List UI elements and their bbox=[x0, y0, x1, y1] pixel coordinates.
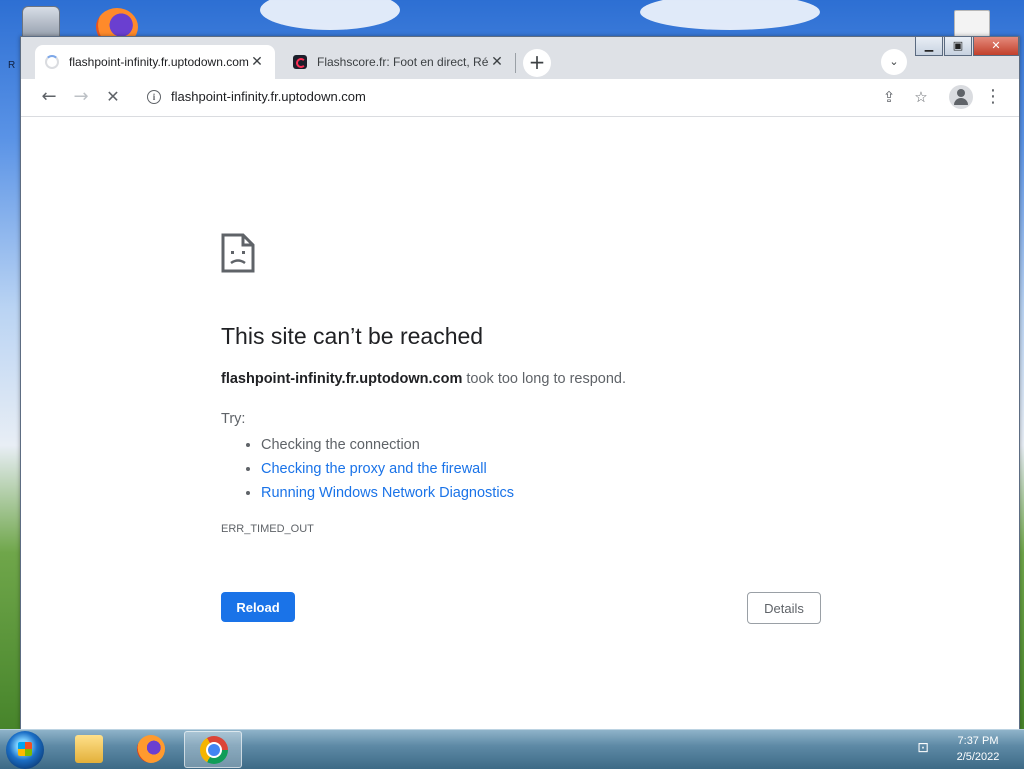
error-message: took too long to respond. bbox=[462, 371, 627, 387]
error-page: This site can’t be reached flashpoint-in… bbox=[21, 117, 1019, 729]
tab-flashscore[interactable]: Flashscore.fr: Foot en direct, Résultats… bbox=[283, 45, 515, 79]
window-controls: ▁ ▣ ✕ bbox=[914, 37, 1019, 56]
tab-separator bbox=[515, 53, 516, 73]
firefox-icon bbox=[137, 735, 165, 763]
suggestion-network-diagnostics-link[interactable]: Running Windows Network Diagnostics bbox=[261, 485, 514, 501]
try-label: Try: bbox=[221, 411, 246, 427]
bookmark-star-icon[interactable]: ☆ bbox=[909, 85, 933, 109]
clock-time: 7:37 PM bbox=[957, 735, 999, 747]
suggestion-item: Running Windows Network Diagnostics bbox=[261, 481, 514, 505]
profile-avatar-icon[interactable] bbox=[949, 85, 973, 109]
taskbar-file-explorer[interactable] bbox=[60, 731, 118, 768]
site-info-icon[interactable]: i bbox=[147, 90, 161, 104]
forward-button[interactable]: → bbox=[67, 83, 95, 111]
address-bar[interactable]: i flashpoint-infinity.fr.uptodown.com ⇪ … bbox=[137, 83, 997, 111]
browser-window: flashpoint-infinity.fr.uptodown.com ✕ Fl… bbox=[20, 36, 1020, 730]
sad-page-icon bbox=[221, 233, 255, 273]
maximize-button[interactable]: ▣ bbox=[944, 37, 972, 56]
tab-strip: flashpoint-infinity.fr.uptodown.com ✕ Fl… bbox=[21, 37, 1019, 79]
chrome-icon bbox=[200, 736, 228, 764]
folder-icon bbox=[75, 735, 103, 763]
error-code: ERR_TIMED_OUT bbox=[221, 523, 314, 535]
start-button[interactable] bbox=[6, 731, 44, 769]
taskbar-chrome[interactable] bbox=[184, 731, 242, 768]
desktop-icon-label: R bbox=[8, 60, 16, 71]
network-tray-icon[interactable]: ⊡ bbox=[914, 739, 932, 757]
stop-loading-button[interactable]: ✕ bbox=[99, 83, 127, 111]
tab-close-icon[interactable]: ✕ bbox=[249, 54, 265, 70]
menu-icon[interactable]: ⋮ bbox=[979, 83, 1007, 111]
loading-spinner-icon bbox=[45, 55, 59, 69]
details-button[interactable]: Details bbox=[747, 592, 821, 624]
taskbar-firefox[interactable] bbox=[122, 731, 180, 768]
error-description: flashpoint-infinity.fr.uptodown.com took… bbox=[221, 371, 626, 387]
reload-button[interactable]: Reload bbox=[221, 592, 295, 622]
suggestion-list: Checking the connection Checking the pro… bbox=[221, 433, 514, 505]
error-heading: This site can’t be reached bbox=[221, 323, 484, 349]
suggestion-item: Checking the proxy and the firewall bbox=[261, 457, 514, 481]
tab-title: flashpoint-infinity.fr.uptodown.com bbox=[69, 55, 249, 69]
flashscore-favicon-icon bbox=[293, 55, 307, 69]
clock-date: 2/5/2022 bbox=[956, 751, 1000, 763]
suggestion-proxy-firewall-link[interactable]: Checking the proxy and the firewall bbox=[261, 461, 487, 477]
error-host: flashpoint-infinity.fr.uptodown.com bbox=[221, 371, 463, 387]
suggestion-item: Checking the connection bbox=[261, 433, 514, 457]
tab-title: Flashscore.fr: Foot en direct, Résultats bbox=[317, 55, 489, 69]
taskbar: ⊡ 7:37 PM 2/5/2022 bbox=[0, 729, 1024, 769]
system-clock[interactable]: 7:37 PM 2/5/2022 bbox=[938, 733, 1018, 765]
tab-search-button[interactable]: ⌄ bbox=[881, 49, 907, 75]
suggestion-check-connection: Checking the connection bbox=[261, 437, 420, 453]
back-button[interactable]: ← bbox=[35, 83, 63, 111]
window-close-button[interactable]: ✕ bbox=[973, 37, 1019, 56]
minimize-button[interactable]: ▁ bbox=[915, 37, 943, 56]
browser-toolbar: ← → ✕ i flashpoint-infinity.fr.uptodown.… bbox=[21, 79, 1019, 117]
share-icon[interactable]: ⇪ bbox=[877, 85, 901, 109]
address-bar-url[interactable]: flashpoint-infinity.fr.uptodown.com bbox=[171, 89, 366, 104]
tab-uptodown[interactable]: flashpoint-infinity.fr.uptodown.com ✕ bbox=[35, 45, 275, 79]
new-tab-button[interactable]: + bbox=[523, 49, 551, 77]
tab-close-icon[interactable]: ✕ bbox=[489, 54, 505, 70]
